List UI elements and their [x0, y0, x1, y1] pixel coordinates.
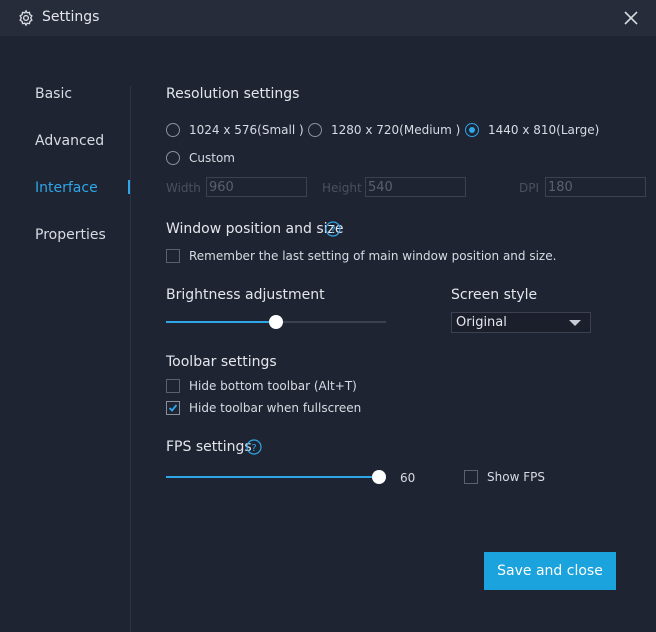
- checkmark-icon: [168, 404, 178, 412]
- brightness-slider-thumb[interactable]: [269, 315, 283, 329]
- brightness-slider-fill: [166, 321, 276, 323]
- screen-style-value: Original: [456, 315, 507, 330]
- radio-large[interactable]: [465, 123, 479, 137]
- radio-small[interactable]: [166, 123, 180, 137]
- fps-title: FPS settings: [166, 439, 252, 455]
- show-fps-checkbox[interactable]: [464, 470, 478, 484]
- remember-position-label[interactable]: Remember the last setting of main window…: [189, 249, 556, 263]
- radio-large-label[interactable]: 1440 x 810(Large): [488, 123, 599, 137]
- screen-style-title: Screen style: [451, 287, 538, 303]
- window-position-title: Window position and size: [166, 221, 344, 237]
- hide-fullscreen-toolbar-label[interactable]: Hide toolbar when fullscreen: [189, 401, 361, 415]
- gear-icon: [19, 9, 33, 27]
- side-nav: Basic Advanced Interface Properties: [0, 36, 130, 632]
- window-title: Settings: [42, 9, 100, 25]
- fps-slider-fill: [166, 476, 379, 478]
- hide-bottom-toolbar-label[interactable]: Hide bottom toolbar (Alt+T): [189, 379, 357, 393]
- close-icon[interactable]: [622, 9, 640, 27]
- show-fps-label[interactable]: Show FPS: [487, 470, 545, 484]
- radio-small-label[interactable]: 1024 x 576(Small ): [189, 123, 304, 137]
- chevron-down-icon: [569, 320, 581, 326]
- nav-item-interface[interactable]: Interface: [35, 180, 98, 196]
- screen-style-select[interactable]: Original: [451, 312, 591, 333]
- nav-divider: [130, 86, 131, 632]
- radio-medium-label[interactable]: 1280 x 720(Medium ): [331, 123, 460, 137]
- fps-value: 60: [400, 471, 416, 485]
- question-circle-icon[interactable]: ?: [246, 439, 262, 455]
- nav-item-advanced[interactable]: Advanced: [35, 133, 104, 149]
- svg-text:?: ?: [330, 225, 335, 236]
- radio-custom[interactable]: [166, 151, 180, 165]
- width-label: Width: [166, 181, 201, 195]
- nav-item-properties[interactable]: Properties: [35, 227, 106, 243]
- height-input[interactable]: [365, 177, 466, 197]
- radio-custom-label[interactable]: Custom: [189, 151, 235, 165]
- dpi-label: DPI: [519, 181, 540, 195]
- height-label: Height: [322, 181, 362, 195]
- hide-fullscreen-toolbar-checkbox[interactable]: [166, 401, 180, 415]
- dpi-input[interactable]: [545, 177, 646, 197]
- resolution-title: Resolution settings: [166, 86, 300, 102]
- toolbar-title: Toolbar settings: [166, 354, 277, 370]
- brightness-title: Brightness adjustment: [166, 287, 325, 303]
- radio-medium[interactable]: [308, 123, 322, 137]
- nav-item-basic[interactable]: Basic: [35, 86, 72, 102]
- width-input[interactable]: [206, 177, 307, 197]
- svg-text:?: ?: [251, 443, 256, 454]
- fps-slider[interactable]: [166, 470, 386, 484]
- title-bar: Settings: [0, 0, 656, 36]
- save-and-close-button[interactable]: Save and close: [484, 552, 616, 590]
- question-circle-icon[interactable]: ?: [325, 221, 341, 237]
- fps-slider-thumb[interactable]: [372, 470, 386, 484]
- brightness-slider[interactable]: [166, 315, 386, 329]
- hide-bottom-toolbar-checkbox[interactable]: [166, 379, 180, 393]
- remember-position-checkbox[interactable]: [166, 249, 180, 263]
